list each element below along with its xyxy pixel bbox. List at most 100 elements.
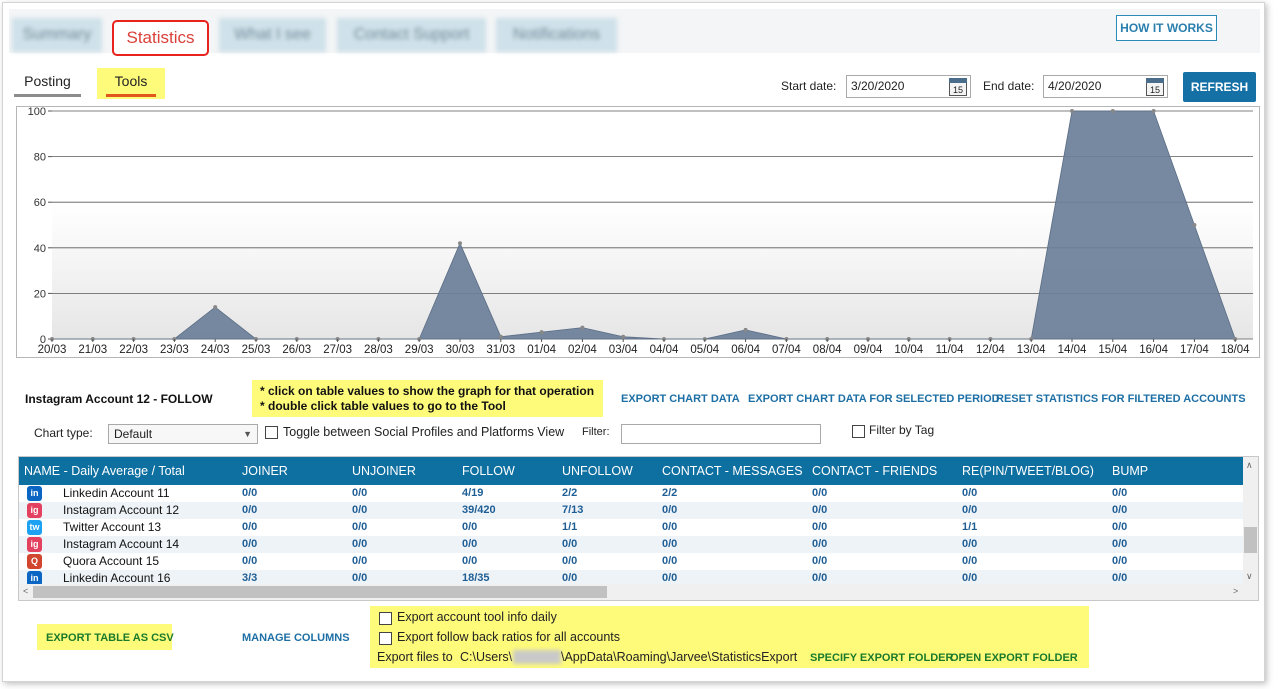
export-daily-checkbox[interactable] [379, 612, 392, 625]
column-header[interactable]: UNFOLLOW [562, 464, 633, 478]
table-row[interactable]: ig Instagram Account 12 0/0 0/0 39/420 7/13 0/… [19, 502, 1245, 519]
table-cell[interactable]: 0/0 [1112, 487, 1127, 499]
table-cell[interactable]: 4/19 [462, 487, 483, 499]
table-cell[interactable]: 3/3 [242, 572, 257, 584]
table-cell[interactable]: 0/0 [562, 538, 577, 550]
reset-statistics-link[interactable]: RESET STATISTICS FOR FILTERED ACCOUNTS [996, 393, 1246, 405]
column-header[interactable]: NAME - Daily Average / Total [24, 464, 185, 478]
table-cell[interactable]: 0/0 [962, 504, 977, 516]
toggle-view-checkbox[interactable] [265, 426, 278, 439]
table-cell[interactable]: 0/0 [242, 521, 257, 533]
scroll-left-icon[interactable]: < [23, 586, 28, 596]
column-header[interactable]: UNJOINER [352, 464, 416, 478]
table-row[interactable]: in Linkedin Account 11 0/0 0/0 4/19 2/2 2/2 0/0… [19, 485, 1245, 502]
table-cell[interactable]: 0/0 [962, 572, 977, 584]
table-cell[interactable]: 0/0 [1112, 538, 1127, 550]
table-cell[interactable]: 0/0 [462, 521, 477, 533]
vertical-scroll-thumb[interactable] [1244, 527, 1257, 553]
export-chart-data-link[interactable]: EXPORT CHART DATA [621, 393, 740, 405]
start-date-field[interactable]: 3/20/2020 15 [846, 75, 971, 98]
table-cell[interactable]: 0/0 [242, 487, 257, 499]
filter-input[interactable] [621, 424, 821, 444]
manage-columns-link[interactable]: MANAGE COLUMNS [242, 632, 350, 644]
table-row[interactable]: ig Instagram Account 14 0/0 0/0 0/0 0/0 0/0 0/0… [19, 536, 1245, 553]
table-cell[interactable]: 0/0 [812, 572, 827, 584]
table-cell[interactable]: 1/1 [962, 521, 977, 533]
export-ratios-checkbox[interactable] [379, 632, 392, 645]
table-cell[interactable]: 0/0 [962, 538, 977, 550]
x-tick-label: 13/04 [1017, 344, 1046, 356]
tab-summary[interactable]: Summary [12, 18, 102, 52]
table-cell[interactable]: 0/0 [962, 555, 977, 567]
table-row[interactable]: Q Quora Account 15 0/0 0/0 0/0 0/0 0/0 0/0 0/0 0/… [19, 553, 1245, 570]
tab-contact-support[interactable]: Contact Support [337, 18, 486, 52]
table-cell[interactable]: 0/0 [352, 555, 367, 567]
table-cell[interactable]: 0/0 [462, 555, 477, 567]
export-table-csv-link[interactable]: EXPORT TABLE AS CSV [46, 632, 174, 644]
end-date-field[interactable]: 4/20/2020 15 [1043, 75, 1168, 98]
column-header[interactable]: FOLLOW [462, 464, 515, 478]
table-cell[interactable]: 0/0 [562, 555, 577, 567]
open-export-folder-link[interactable]: OPEN EXPORT FOLDER [950, 652, 1078, 664]
table-cell[interactable]: 0/0 [812, 504, 827, 516]
tab-statistics[interactable]: Statistics [112, 20, 209, 56]
table-row[interactable]: tw Twitter Account 13 0/0 0/0 0/0 1/1 0/0 0/0 1/… [19, 519, 1245, 536]
column-header[interactable]: CONTACT - FRIENDS [812, 464, 937, 478]
table-cell[interactable]: 0/0 [662, 555, 677, 567]
table-cell[interactable]: 0/0 [242, 504, 257, 516]
calendar-icon[interactable]: 15 [1146, 78, 1164, 96]
table-cell[interactable]: 0/0 [462, 538, 477, 550]
table-cell[interactable]: 18/35 [462, 572, 490, 584]
data-point [1110, 109, 1115, 113]
table-cell[interactable]: 7/13 [562, 504, 583, 516]
table-cell[interactable]: 0/0 [352, 521, 367, 533]
vertical-scrollbar[interactable]: ∧ ∨ [1243, 457, 1258, 585]
column-header[interactable]: JOINER [242, 464, 288, 478]
export-chart-period-link[interactable]: EXPORT CHART DATA FOR SELECTED PERIOD [748, 393, 1000, 405]
table-cell[interactable]: 0/0 [352, 487, 367, 499]
table-cell[interactable]: 0/0 [812, 521, 827, 533]
calendar-icon[interactable]: 15 [949, 78, 967, 96]
table-cell[interactable]: 1/1 [562, 521, 577, 533]
table-cell[interactable]: 0/0 [662, 572, 677, 584]
table-cell[interactable]: 0/0 [1112, 504, 1127, 516]
column-header[interactable]: BUMP [1112, 464, 1148, 478]
scroll-right-icon[interactable]: > [1233, 586, 1238, 596]
scroll-down-icon[interactable]: ∨ [1246, 571, 1253, 582]
table-cell[interactable]: 0/0 [352, 538, 367, 550]
table-cell[interactable]: 0/0 [812, 487, 827, 499]
specify-export-folder-link[interactable]: SPECIFY EXPORT FOLDER [810, 652, 953, 664]
filter-by-tag-checkbox[interactable] [852, 425, 865, 438]
table-cell[interactable]: 0/0 [662, 504, 677, 516]
subtab-posting[interactable]: Posting [14, 71, 81, 97]
table-cell[interactable]: 0/0 [662, 521, 677, 533]
scroll-up-icon[interactable]: ∧ [1246, 460, 1253, 471]
table-cell[interactable]: 0/0 [1112, 572, 1127, 584]
table-cell[interactable]: 0/0 [662, 538, 677, 550]
horizontal-scroll-thumb[interactable] [33, 586, 607, 598]
tab-what-i-see[interactable]: What I see [219, 18, 326, 52]
table-cell[interactable]: 0/0 [812, 538, 827, 550]
table-cell[interactable]: 0/0 [352, 572, 367, 584]
refresh-button[interactable]: REFRESH [1183, 72, 1256, 102]
column-header[interactable]: RE(PIN/TWEET/BLOG) [962, 464, 1094, 478]
column-header[interactable]: CONTACT - MESSAGES [662, 464, 803, 478]
horizontal-scrollbar[interactable]: < > [19, 584, 1258, 600]
table-cell[interactable]: 39/420 [462, 504, 496, 516]
table-cell[interactable]: 0/0 [962, 487, 977, 499]
table-cell[interactable]: 0/0 [352, 504, 367, 516]
table-cell[interactable]: 0/0 [812, 555, 827, 567]
table-cell[interactable]: 2/2 [662, 487, 677, 499]
table-cell[interactable]: 0/0 [242, 555, 257, 567]
table-cell[interactable]: 0/0 [242, 538, 257, 550]
tab-notifications[interactable]: Notifications [496, 18, 617, 52]
table-cell[interactable]: 0/0 [562, 572, 577, 584]
chart-type-select[interactable]: Default ▼ [108, 424, 258, 444]
how-it-works-button[interactable]: HOW IT WORKS [1116, 15, 1217, 41]
table-cell[interactable]: 0/0 [1112, 521, 1127, 533]
statistics-chart[interactable]: 0 20 40 60 80 100 20/03 21/03 22/03 23/03 24/03 25/… [16, 106, 1260, 358]
statistics-table[interactable]: NAME - Daily Average / Total JOINER UNJO… [18, 456, 1259, 601]
table-cell[interactable]: 0/0 [1112, 555, 1127, 567]
subtab-tools[interactable]: Tools [97, 68, 165, 99]
table-cell[interactable]: 2/2 [562, 487, 577, 499]
